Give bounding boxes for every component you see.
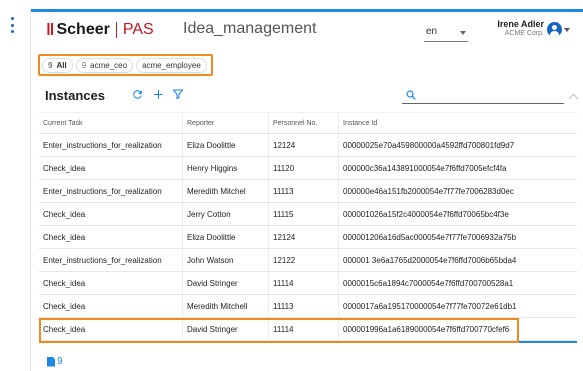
cell-instance-id: 000001026a15f2c4000054e7f6ffd70065bc4f3e (343, 209, 509, 219)
table-row[interactable]: Enter_instructions_for_realization Mered… (39, 180, 577, 203)
app-frame: ‖ Scheer PAS Idea_management en Irene Ad… (0, 0, 583, 371)
cell-current-task: Enter_instructions_for_realization (39, 180, 183, 202)
table-row[interactable]: Enter_instructions_for_realization Eliza… (39, 134, 577, 157)
search-input[interactable] (424, 87, 554, 103)
cell-current-task: Check_idea (39, 157, 183, 179)
chip-count: 9 (48, 60, 53, 70)
cell-instance-id: 000001 3e6a1765d2000054e7f6ffd7006b65bda… (343, 255, 517, 265)
filter-icon[interactable] (171, 88, 185, 102)
avatar-icon[interactable] (547, 22, 562, 37)
scheer-pas-logo: ‖ Scheer PAS (46, 20, 154, 40)
cell-instance-id: 000001206a16d5ac000054e7f77fe7006932a75b (343, 232, 517, 242)
cell-current-task: Check_idea (39, 295, 183, 317)
role-filter-chips: 9 All 9 acme_ceo acme_employee (38, 54, 213, 76)
add-icon[interactable] (151, 88, 165, 102)
cell-personnel-no: 11114 (269, 272, 339, 294)
cell-personnel-no: 12124 (269, 134, 339, 156)
cell-instance-id: 000001996a1a6189000054e7f6ffd700770cfef6 (343, 324, 510, 334)
cell-reporter: Meredith Mitchel (183, 180, 269, 202)
cell-reporter: Eliza Doolittle (183, 134, 269, 156)
kebab-menu-icon[interactable] (9, 17, 15, 33)
column-header-instance-id[interactable]: Instance Id (339, 113, 577, 133)
cell-personnel-no: 11115 (269, 203, 339, 225)
cell-instance-id: 0000017a6a195170000054e7f77fe70072e61db1 (343, 301, 517, 311)
instance-count-value: 9 (57, 356, 63, 367)
chip-label: acme_ceo (90, 60, 128, 70)
table-row[interactable]: Enter_instructions_for_realization John … (39, 249, 577, 272)
instances-title: Instances (45, 88, 105, 103)
cell-personnel-no: 12122 (269, 249, 339, 271)
user-company: ACME Corp. (504, 30, 544, 37)
cell-current-task: Check_idea (39, 226, 183, 248)
chevron-down-icon[interactable] (564, 28, 570, 32)
cell-personnel-no: 11113 (269, 295, 339, 317)
language-value: en (426, 26, 438, 37)
cell-reporter: Meredith Mitchell (183, 295, 269, 317)
cell-current-task: Enter_instructions_for_realization (39, 249, 183, 271)
table-row[interactable]: Check_idea Eliza Doolittle 12124 0000012… (39, 226, 577, 249)
column-header-personnel-no[interactable]: Personnel No. (269, 113, 339, 133)
search-icon (405, 88, 417, 106)
table-row[interactable]: Check_idea Meredith Mitchell 11113 00000… (39, 295, 577, 318)
cell-reporter: Jerry Cotton (183, 203, 269, 225)
table-row-highlighted[interactable]: Check_idea David Stringer 11114 00000199… (39, 318, 577, 343)
logo-mark: ‖ (46, 20, 55, 39)
main-card: ‖ Scheer PAS Idea_management en Irene Ad… (30, 9, 583, 371)
cell-current-task: Enter_instructions_for_realization (39, 134, 183, 156)
header: ‖ Scheer PAS Idea_management en Irene Ad… (31, 12, 583, 46)
language-select[interactable]: en (424, 25, 468, 42)
column-header-reporter[interactable]: Reporter (183, 113, 269, 133)
table-row[interactable]: Check_idea David Stringer 11114 0000015c… (39, 272, 577, 295)
cell-instance-id: 00000025e70a459800000a4592ffd700801fd9d7 (343, 140, 515, 150)
chip-all[interactable]: 9 All (42, 57, 73, 73)
cell-personnel-no: 11120 (269, 157, 339, 179)
cell-current-task: Check_idea (39, 272, 183, 294)
cell-personnel-no: 11113 (269, 180, 339, 202)
cell-reporter: Henry Higgins (183, 157, 269, 179)
chip-acme-employee[interactable]: acme_employee (136, 57, 207, 73)
left-rail (0, 0, 30, 371)
cell-instance-id: 0000015c6a1894c7000054e7f6ffd700700528a1 (343, 278, 514, 288)
refresh-icon[interactable] (130, 88, 144, 102)
cell-current-task: Check_idea (39, 203, 183, 225)
chip-acme-ceo[interactable]: 9 acme_ceo (75, 57, 134, 73)
cell-reporter: David Stringer (183, 318, 269, 340)
cell-instance-id: 000000c36a143891000054e7f6ffd7005efcf4fa (343, 163, 507, 173)
cell-current-task: Check_idea (39, 318, 183, 340)
logo-product: PAS (115, 22, 154, 38)
chevron-down-icon (460, 31, 466, 35)
cell-personnel-no: 11114 (269, 318, 339, 340)
cell-instance-id: 000000e46a151fb2000054e7f77fe7006283d0ec (343, 186, 514, 196)
collapse-chevron-icon[interactable] (568, 93, 579, 104)
document-icon (47, 356, 55, 367)
cell-reporter: John Watson (183, 249, 269, 271)
instance-count: 9 (47, 356, 63, 367)
table-row[interactable]: Check_idea Henry Higgins 11120 000000c36… (39, 157, 577, 180)
chip-count: 9 (81, 60, 87, 70)
cell-reporter: Eliza Doolittle (183, 226, 269, 248)
table-header: Current Task Reporter Personnel No. Inst… (39, 112, 577, 134)
chip-label: All (56, 60, 67, 70)
cell-reporter: David Stringer (183, 272, 269, 294)
cell-personnel-no: 12124 (269, 226, 339, 248)
logo-text: Scheer (56, 21, 110, 38)
search-field[interactable] (402, 86, 564, 104)
user-menu[interactable]: Irene Adler ACME Corp. (486, 19, 570, 43)
app-title: Idea_management (183, 20, 317, 37)
instances-table: Current Task Reporter Personnel No. Inst… (39, 112, 577, 343)
chip-label: acme_employee (142, 60, 201, 70)
table-bottom-line (39, 341, 577, 343)
table-row[interactable]: Check_idea Jerry Cotton 11115 000001026a… (39, 203, 577, 226)
user-name: Irene Adler (497, 19, 544, 29)
column-header-current-task[interactable]: Current Task (39, 113, 183, 133)
